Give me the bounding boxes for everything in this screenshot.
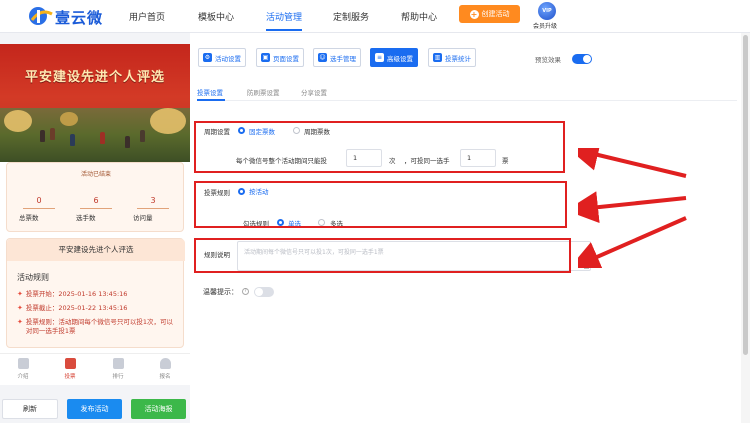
vote-statistics-button[interactable]: ▥ 投票统计 bbox=[428, 48, 476, 67]
contestant-management-button[interactable]: ☺ 选手管理 bbox=[313, 48, 361, 67]
page-scrollbar[interactable] bbox=[741, 33, 750, 423]
warm-tips-toggle[interactable] bbox=[254, 287, 274, 297]
stat-contestants: 6 选手数 bbox=[76, 196, 116, 222]
nav-item-templates[interactable]: 模板中心 bbox=[198, 10, 234, 23]
publish-activity-button[interactable]: 发布活动 bbox=[67, 399, 122, 419]
help-icon[interactable]: ? bbox=[242, 288, 249, 295]
star-icon: ✦ bbox=[17, 290, 23, 298]
tab-signup[interactable]: 报名 bbox=[150, 358, 180, 380]
bar-chart-icon: ▥ bbox=[433, 53, 442, 62]
top-nav: 壹云微 用户首页 模板中心 活动管理 定制服务 帮助中心 + 创建活动 VIP … bbox=[0, 0, 750, 33]
rule-item: ✦ 投票开始：2025-01-16 13:45:16 bbox=[17, 290, 128, 298]
banner-scene bbox=[0, 108, 190, 162]
sliders-icon: ≡ bbox=[375, 53, 384, 62]
vip-icon[interactable]: VIP bbox=[538, 2, 556, 20]
page-settings-button[interactable]: ▣ 页面设置 bbox=[256, 48, 304, 67]
activity-banner: 平安建设先进个人评选 bbox=[0, 44, 190, 162]
star-icon: ✦ bbox=[17, 304, 23, 312]
activity-settings-button[interactable]: ⚙ 活动设置 bbox=[198, 48, 246, 67]
nav-item-activity-management[interactable]: 活动管理 bbox=[266, 10, 302, 23]
subtab-anti-fraud[interactable]: 防刷票设置 bbox=[247, 87, 280, 97]
plus-icon: + bbox=[469, 9, 479, 19]
rules-card: 平安建设先进个人评选 活动规则 ✦ 投票开始：2025-01-16 13:45:… bbox=[6, 238, 185, 348]
preview-effect-toggle[interactable] bbox=[572, 54, 592, 64]
page-icon: ▣ bbox=[261, 53, 270, 62]
tab-intro[interactable]: 介绍 bbox=[8, 358, 38, 380]
subtab-vote-settings[interactable]: 投票设置 bbox=[197, 87, 223, 97]
vip-upgrade-link[interactable]: 会员升级 bbox=[533, 21, 557, 30]
subtab-active-underline bbox=[197, 99, 225, 101]
stat-value: 0 bbox=[36, 196, 42, 205]
rules-subtitle: 活动规则 bbox=[17, 273, 49, 282]
rule-item: ✦ 投票截止：2025-01-22 13:45:16 bbox=[17, 304, 128, 312]
create-activity-button[interactable]: + 创建活动 bbox=[459, 5, 520, 23]
users-icon: ☺ bbox=[318, 53, 327, 62]
brand-logo-icon bbox=[29, 7, 53, 25]
stat-total-votes: 0 总票数 bbox=[19, 196, 59, 222]
rule-item: ✦ 投票规则：活动期间每个微信号只可以投1次，可以对同一选手投1票 bbox=[17, 318, 174, 335]
activity-poster-button[interactable]: 活动海报 bbox=[131, 399, 186, 419]
stat-value: 6 bbox=[93, 196, 99, 205]
tab-ranking[interactable]: 排行 bbox=[103, 358, 133, 380]
stat-label: 选手数 bbox=[76, 214, 96, 222]
activity-status: 活动已结束 bbox=[80, 171, 111, 178]
stat-label: 访问量 bbox=[133, 214, 153, 222]
tab-vote[interactable]: 投票 bbox=[55, 358, 85, 380]
preview-effect-label: 预览效果 bbox=[535, 56, 561, 64]
mobile-preview: 平安建设先进个人评选 活动已结束 0 总票数 6 选手数 3 访问量 平安建设先… bbox=[0, 44, 190, 385]
rules-header: 平安建设先进个人评选 bbox=[7, 239, 185, 261]
home-icon bbox=[64, 358, 76, 369]
crown-icon bbox=[112, 358, 124, 369]
nav-item-home[interactable]: 用户首页 bbox=[129, 10, 165, 23]
highlight-box-description bbox=[194, 238, 571, 273]
nav-active-underline bbox=[266, 29, 302, 31]
nav-item-custom-service[interactable]: 定制服务 bbox=[333, 10, 369, 23]
user-icon bbox=[159, 358, 171, 369]
advanced-settings-button[interactable]: ≡ 高级设置 bbox=[370, 48, 418, 67]
settings-panel: ⚙ 活动设置 ▣ 页面设置 ☺ 选手管理 ≡ 高级设置 ▥ 投票统计 预览效果 … bbox=[190, 33, 750, 423]
gear-icon: ⚙ bbox=[203, 53, 212, 62]
annotation-arrows-icon bbox=[578, 148, 687, 268]
star-icon: ✦ bbox=[17, 318, 23, 326]
banner-title: 平安建设先进个人评选 bbox=[24, 70, 165, 85]
stat-label: 总票数 bbox=[19, 214, 39, 222]
highlight-box-period bbox=[194, 121, 565, 173]
mobile-tabbar: 介绍 投票 排行 报名 bbox=[0, 353, 190, 385]
refresh-button[interactable]: 刷新 bbox=[2, 399, 58, 419]
warm-tips-label: 温馨提示： bbox=[203, 288, 238, 296]
brand-name: 壹云微 bbox=[55, 9, 104, 27]
stat-value: 3 bbox=[150, 196, 156, 205]
nav-item-help[interactable]: 帮助中心 bbox=[401, 10, 437, 23]
stat-visits: 3 访问量 bbox=[133, 196, 173, 222]
subtab-divider bbox=[197, 100, 737, 101]
subtab-share-settings[interactable]: 分享设置 bbox=[301, 87, 327, 97]
document-icon bbox=[17, 358, 29, 369]
highlight-box-rules bbox=[194, 181, 567, 228]
create-activity-label: 创建活动 bbox=[481, 10, 510, 18]
status-card: 活动已结束 0 总票数 6 选手数 3 访问量 bbox=[6, 162, 184, 232]
